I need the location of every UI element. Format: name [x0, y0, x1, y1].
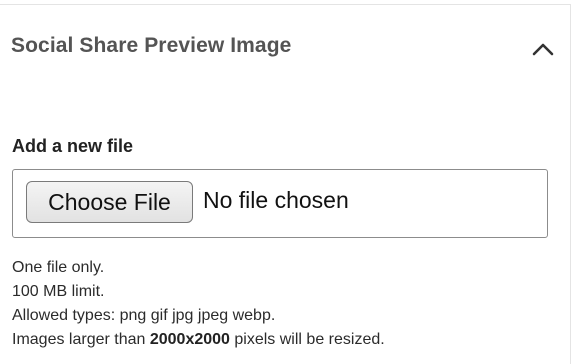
file-upload-widget[interactable]: Choose File No file chosen — [12, 169, 548, 238]
help-size-limit: 100 MB limit. — [12, 283, 105, 300]
help-resize-dimensions: 2000x2000 — [149, 331, 230, 348]
file-upload-help: One file only. 100 MB limit. Allowed typ… — [12, 256, 385, 352]
file-field-label: Add a new file — [12, 136, 134, 156]
social-share-image-panel: Social Share Preview Image Add a new fil… — [0, 4, 571, 364]
panel-title: Social Share Preview Image — [11, 34, 292, 57]
file-status-text: No file chosen — [203, 187, 349, 213]
panel-header[interactable]: Social Share Preview Image — [0, 5, 569, 87]
help-resize-note: Images larger than 2000x2000 pixels will… — [12, 328, 385, 352]
help-allowed-types: Allowed types: png gif jpg jpeg webp. — [12, 307, 276, 324]
help-resize-prefix: Images larger than — [12, 331, 150, 348]
choose-file-button[interactable]: Choose File — [26, 181, 193, 223]
chevron-up-icon[interactable] — [530, 39, 556, 59]
help-file-count: One file only. — [12, 259, 105, 276]
help-resize-suffix: pixels will be resized. — [229, 331, 385, 348]
